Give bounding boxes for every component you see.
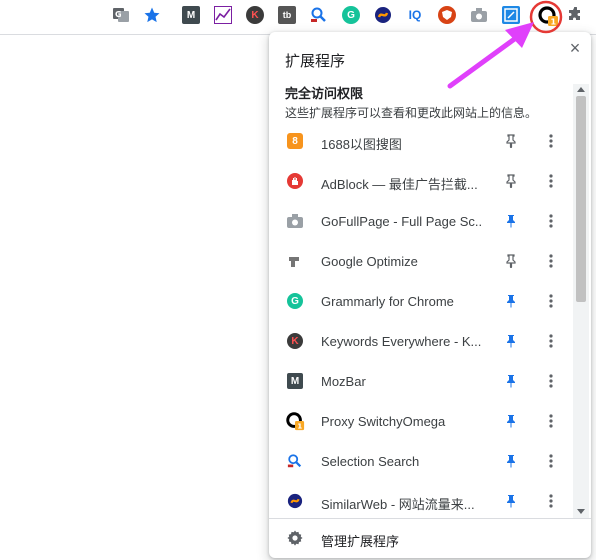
extension-row-selection-search[interactable]: Selection Search (269, 442, 573, 482)
extension-row-keywords-everywhere[interactable]: K Keywords Everywhere - K... (269, 322, 573, 362)
svg-text:1: 1 (551, 18, 557, 27)
extension-name: GoFullPage - Full Page Sc... (321, 214, 481, 229)
proxy-switchyomega-icon[interactable]: 1 (537, 5, 559, 27)
extension-name: Grammarly for Chrome (321, 294, 454, 309)
mozbar-icon: M (287, 373, 303, 389)
pin-icon[interactable] (503, 413, 519, 429)
popup-scrollbar[interactable] (573, 84, 589, 518)
keywords-everywhere-icon[interactable]: K (246, 6, 264, 24)
camera-icon (287, 213, 303, 229)
tb-extension-icon[interactable]: tb (278, 6, 296, 24)
extension-name: 1688以图搜图 (321, 137, 402, 152)
extension-1688-icon: 8 (287, 133, 303, 149)
full-access-description: 这些扩展程序可以查看和更改此网站上的信息。 (285, 106, 538, 120)
extension-name: Proxy SwitchyOmega (321, 414, 446, 429)
extension-row-1688[interactable]: 8 1688以图搜图 (269, 122, 573, 162)
extension-list: 8 1688以图搜图 AdBlock — 最佳广告拦截... GoFullPag… (269, 122, 573, 522)
extension-row-adblock[interactable]: AdBlock — 最佳广告拦截... (269, 162, 573, 202)
grammarly-icon: G (287, 293, 303, 309)
more-options-icon[interactable] (543, 372, 559, 390)
similarweb-icon (287, 493, 303, 509)
extension-row-grammarly[interactable]: G Grammarly for Chrome (269, 282, 573, 322)
pin-icon[interactable] (503, 173, 519, 189)
similarweb-icon[interactable] (374, 6, 392, 24)
extension-name: Google Optimize (321, 254, 418, 269)
more-options-icon[interactable] (543, 252, 559, 270)
more-options-icon[interactable] (543, 492, 559, 510)
extension-row-gofullpage[interactable]: GoFullPage - Full Page Sc... (269, 202, 573, 242)
bookmark-star-icon[interactable] (143, 6, 161, 24)
scroll-down-arrow-icon[interactable] (577, 509, 585, 514)
translate-icon[interactable]: G (112, 6, 130, 24)
google-optimize-icon (287, 253, 303, 269)
adblock-shield-icon[interactable] (438, 6, 456, 24)
svg-text:1: 1 (297, 422, 302, 431)
pin-icon[interactable] (503, 213, 519, 229)
extension-name: MozBar (321, 374, 366, 389)
pin-icon[interactable] (503, 493, 519, 509)
selection-search-icon (287, 453, 303, 469)
extensions-puzzle-icon[interactable] (567, 6, 585, 24)
gear-icon (287, 530, 303, 546)
proxy-switchyomega-icon: 1 (285, 411, 305, 431)
more-options-icon[interactable] (543, 212, 559, 230)
popup-title: 扩展程序 (285, 53, 346, 70)
chart-extension-icon[interactable] (214, 6, 232, 24)
seo-extension-icon[interactable] (502, 6, 520, 24)
more-options-icon[interactable] (543, 132, 559, 150)
pin-icon[interactable] (503, 293, 519, 309)
pin-icon[interactable] (503, 453, 519, 469)
pin-icon[interactable] (503, 333, 519, 349)
manage-extensions-button[interactable]: 管理扩展程序 (269, 519, 591, 558)
close-icon[interactable]: × (565, 38, 585, 58)
svg-text:G: G (115, 10, 122, 19)
mozbar-icon[interactable]: M (182, 6, 200, 24)
keywords-everywhere-icon: K (287, 333, 303, 349)
extension-row-google-optimize[interactable]: Google Optimize (269, 242, 573, 282)
pin-icon[interactable] (503, 133, 519, 149)
full-access-heading: 完全访问权限 (285, 86, 364, 101)
more-options-icon[interactable] (543, 412, 559, 430)
iq-extension-icon[interactable]: IQ (406, 6, 424, 24)
extension-row-similarweb[interactable]: SimilarWeb - 网站流量来... (269, 482, 573, 522)
adblock-hand-icon (287, 173, 303, 189)
pin-icon[interactable] (503, 253, 519, 269)
extensions-popup: 扩展程序 × 完全访问权限 这些扩展程序可以查看和更改此网站上的信息。 8 16… (269, 32, 591, 558)
scroll-up-arrow-icon[interactable] (577, 87, 585, 92)
scroll-thumb[interactable] (576, 96, 586, 302)
extension-row-proxy-switchyomega[interactable]: 1 Proxy SwitchyOmega (269, 402, 573, 442)
extension-name: Keywords Everywhere - K... (321, 334, 481, 349)
extension-name: AdBlock — 最佳广告拦截... (321, 177, 478, 192)
more-options-icon[interactable] (543, 452, 559, 470)
selection-search-icon[interactable] (310, 6, 328, 24)
grammarly-icon[interactable]: G (342, 6, 360, 24)
more-options-icon[interactable] (543, 172, 559, 190)
gofullpage-camera-icon[interactable] (470, 6, 488, 24)
extension-name: SimilarWeb - 网站流量来... (321, 497, 475, 512)
manage-extensions-label: 管理扩展程序 (321, 534, 400, 549)
extension-name: Selection Search (321, 454, 420, 469)
extension-row-mozbar[interactable]: M MozBar (269, 362, 573, 402)
more-options-icon[interactable] (543, 292, 559, 310)
more-options-icon[interactable] (543, 332, 559, 350)
browser-toolbar: G M K tb G IQ 1 (0, 0, 596, 35)
pin-icon[interactable] (503, 373, 519, 389)
